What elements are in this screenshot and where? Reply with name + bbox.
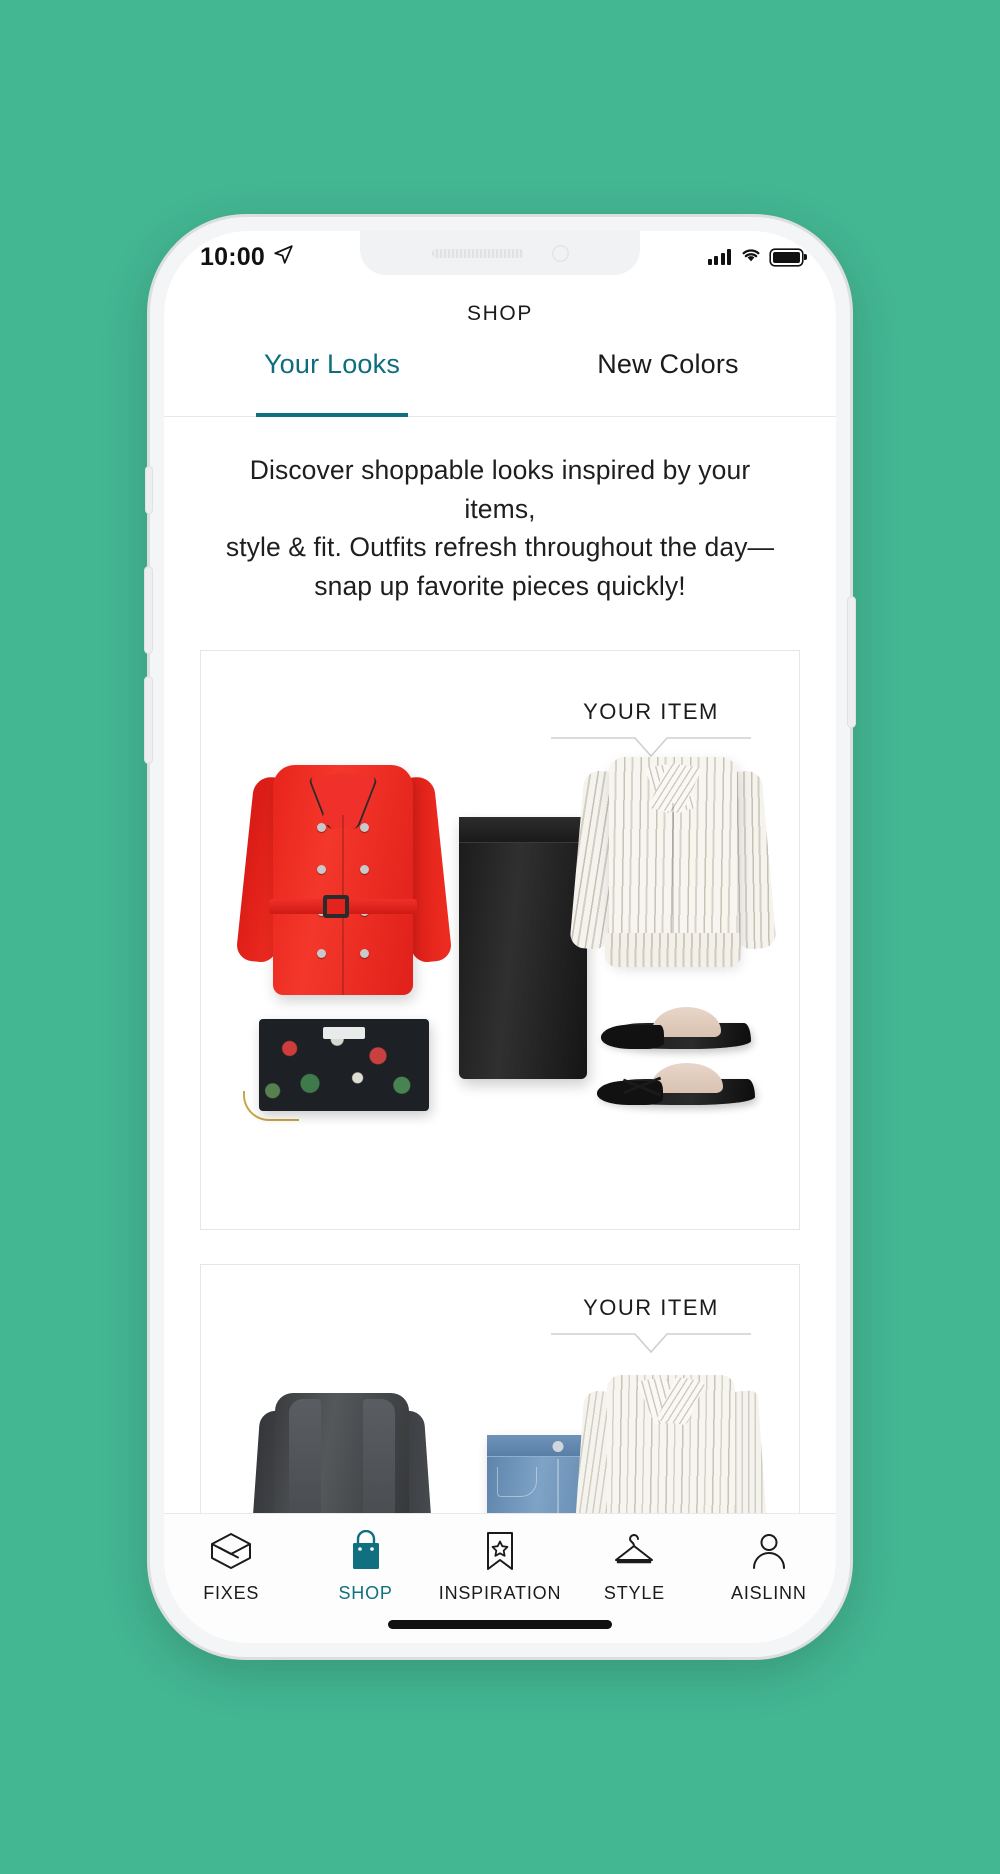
tab-bar-item-aislinn[interactable]: AISLINN (702, 1530, 836, 1604)
denim-left-pocket (497, 1466, 537, 1497)
tab-your-looks-label: Your Looks (263, 349, 401, 379)
intro-blurb-line-2: style & fit. Outfits refresh throughout … (225, 532, 775, 563)
location-arrow-icon (273, 244, 294, 270)
tab-bar-label-aislinn: AISLINN (731, 1583, 807, 1603)
look-garment-stage (201, 1265, 799, 1513)
home-indicator[interactable] (388, 1620, 612, 1629)
denim-button (552, 1440, 564, 1452)
blouse-body (609, 756, 737, 962)
shopping-bag-icon (343, 1530, 389, 1572)
tab-bar-item-style[interactable]: STYLE (567, 1530, 701, 1604)
tab-bar-item-fixes[interactable]: FIXES (164, 1530, 298, 1604)
skirt-body (459, 816, 587, 1079)
look-card[interactable]: YOUR ITEM (200, 649, 800, 1230)
battery-full-icon (771, 250, 807, 265)
coat-button-row (317, 948, 369, 958)
coat-button-row (317, 864, 369, 874)
denim-fly-seam (557, 1458, 559, 1513)
box-icon (208, 1530, 254, 1572)
intro-blurb-line-3: snap up favorite pieces quickly! (314, 571, 686, 602)
status-bar-left: 10:00 (200, 243, 294, 272)
volume-down-button[interactable] (145, 677, 152, 763)
looks-scroll-area[interactable]: Discover shoppable looks inspired by you… (164, 417, 836, 1513)
wifi-icon (740, 246, 762, 268)
volume-up-button[interactable] (145, 567, 152, 653)
cardigan-right-lapel (363, 1398, 395, 1513)
tab-bar-item-inspiration[interactable]: INSPIRATION (433, 1530, 567, 1604)
status-bar-clock: 10:00 (200, 242, 265, 271)
coat-belt-buckle (323, 894, 349, 918)
tab-new-colors[interactable]: New Colors (500, 345, 836, 416)
page-title: SHOP (467, 302, 533, 325)
intro-blurb-line-1: Discover shoppable looks inspired by you… (249, 455, 751, 524)
coat-body (273, 764, 413, 995)
skirt-waistband (459, 816, 587, 843)
item-black-pointed-flat-shoe[interactable] (601, 995, 751, 1053)
user-avatar-icon (746, 1530, 792, 1572)
coat-button-row (317, 822, 369, 832)
silent-switch[interactable] (146, 467, 152, 513)
look-garment-stage (201, 651, 799, 1229)
phone-device-frame: 10:00 SHOP Your Looks New Colors Discove… (145, 217, 855, 1657)
tab-new-colors-label: New Colors (597, 349, 739, 379)
tab-bar-label-shop: SHOP (338, 1583, 393, 1603)
clothes-hanger-icon (611, 1530, 657, 1572)
item-red-trench-coat[interactable] (235, 751, 453, 1001)
item-black-strappy-flat-shoe[interactable] (597, 1055, 755, 1109)
power-button[interactable] (848, 597, 855, 727)
bookmark-star-icon (477, 1530, 523, 1572)
tab-bar-label-style: STYLE (603, 1583, 665, 1603)
item-black-pencil-skirt[interactable] (459, 816, 587, 1079)
tab-bar-item-shop[interactable]: SHOP (298, 1530, 432, 1604)
status-bar: 10:00 (164, 231, 836, 283)
tab-bar-label-inspiration: INSPIRATION (438, 1583, 562, 1603)
look-card[interactable]: YOUR ITEM (200, 1263, 800, 1513)
item-floral-clutch-bag[interactable] (243, 1018, 429, 1121)
tab-your-looks[interactable]: Your Looks (164, 345, 500, 416)
screenshot-root: 10:00 SHOP Your Looks New Colors Discove… (0, 0, 1000, 1874)
segmented-tabs: Your Looks New Colors (164, 345, 836, 417)
blouse-body (607, 1374, 735, 1513)
item-striped-button-down-blouse[interactable] (569, 1374, 773, 1513)
tab-bar-label-fixes: FIXES (203, 1583, 260, 1603)
cellular-signal-icon (707, 249, 731, 265)
intro-blurb: Discover shoppable looks inspired by you… (164, 417, 836, 616)
phone-bezel: 10:00 SHOP Your Looks New Colors Discove… (164, 231, 836, 1643)
item-striped-peplum-blouse[interactable] (569, 747, 777, 967)
blouse-placket (672, 802, 674, 953)
clutch-clasp (323, 1026, 365, 1039)
app-screen: 10:00 SHOP Your Looks New Colors Discove… (164, 231, 836, 1643)
blouse-peplum-hem (605, 932, 741, 967)
cardigan-left-lapel (289, 1398, 321, 1513)
shoe-pointed-toe (601, 1024, 664, 1049)
status-bar-right (707, 246, 807, 268)
item-grey-knit-cardigan[interactable] (245, 1392, 439, 1513)
